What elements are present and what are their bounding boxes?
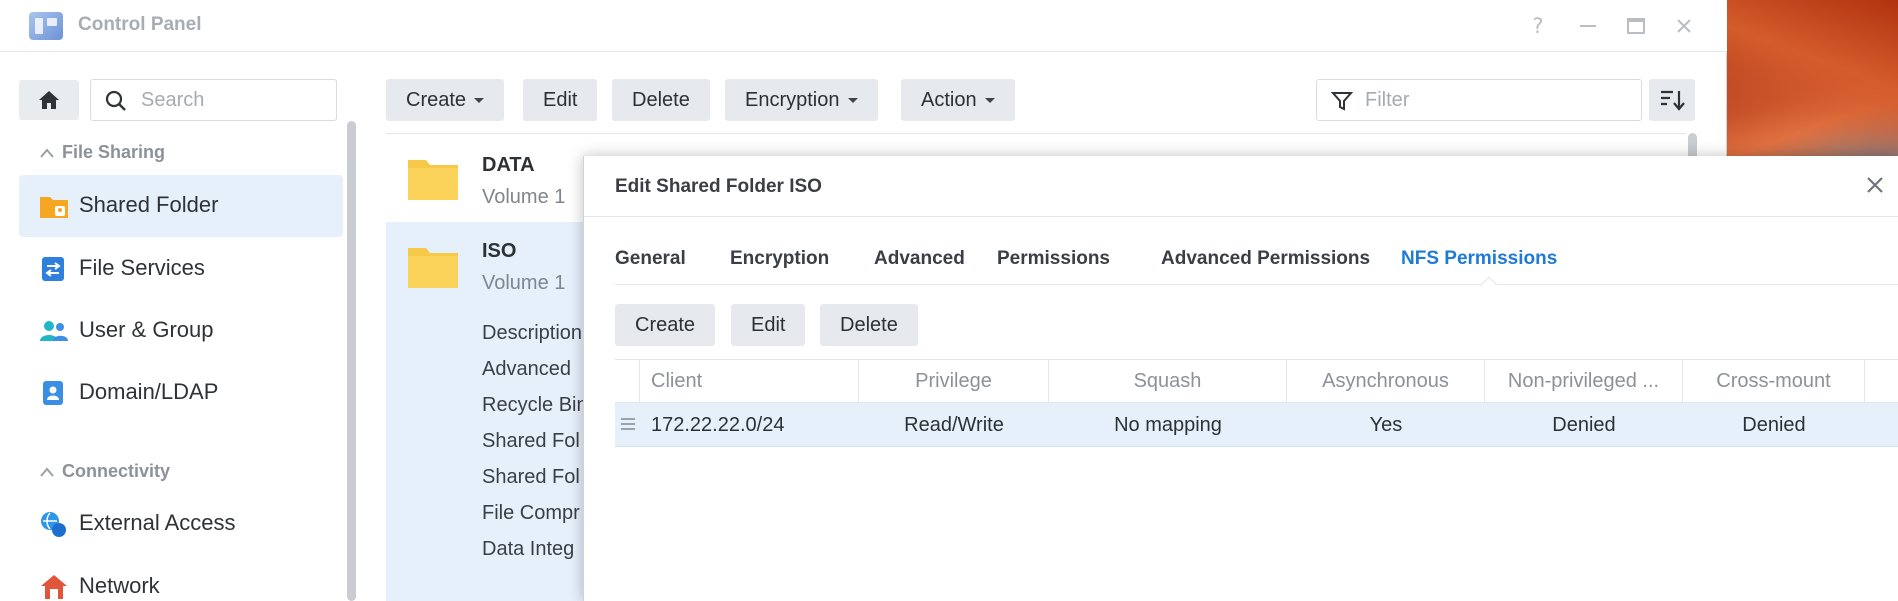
sidebar-item-user-group[interactable]: User & Group (19, 300, 343, 362)
sidebar-item-network[interactable]: Network (19, 556, 343, 601)
caret-down-icon (984, 98, 995, 104)
cell-client: 172.22.22.0/24 (651, 414, 785, 436)
maximize-icon[interactable] (1622, 12, 1650, 40)
column-header-client[interactable]: Client (640, 360, 859, 403)
folder-icon (408, 248, 458, 288)
tab-encryption[interactable]: Encryption (730, 248, 829, 270)
filter-box[interactable] (1316, 79, 1642, 121)
action-dropdown-button[interactable]: Action (901, 79, 1015, 121)
title-bar: Control Panel ? (0, 0, 1727, 52)
detail-advanced: Advanced (482, 358, 571, 380)
detail-shared-folder-2: Shared Fol (482, 466, 580, 488)
table-row[interactable]: 172.22.22.0/24 Read/Write No mapping Yes… (615, 403, 1898, 447)
dialog-tabs: General Encryption Advanced Permissions … (615, 228, 1898, 294)
cell-privilege: Read/Write (904, 414, 1004, 436)
column-header-cross-mount[interactable]: Cross-mount (1683, 360, 1865, 403)
tab-permissions[interactable]: Permissions (997, 248, 1110, 270)
section-header-connectivity[interactable]: Connectivity (40, 461, 170, 482)
dialog-title: Edit Shared Folder ISO (615, 176, 822, 197)
home-button[interactable] (19, 80, 79, 120)
encryption-dropdown-button[interactable]: Encryption (725, 79, 878, 121)
detail-recycle-bin: Recycle Bin (482, 394, 588, 416)
sidebar-item-shared-folder[interactable]: Shared Folder (19, 175, 343, 237)
close-window-icon[interactable] (1670, 12, 1698, 40)
cell-cross-mount: Denied (1742, 414, 1806, 436)
nfs-delete-button[interactable]: Delete (820, 304, 918, 346)
caret-down-icon (474, 98, 485, 104)
cell-non-privileged: Denied (1552, 414, 1616, 436)
sort-button[interactable] (1649, 79, 1695, 121)
search-input[interactable] (141, 86, 326, 114)
detail-file-compression: File Compr (482, 502, 580, 524)
table-header: Client Privilege Squash Asynchronous Non… (615, 359, 1898, 403)
dialog-header: Edit Shared Folder ISO (584, 156, 1898, 217)
filter-input[interactable] (1365, 86, 1625, 114)
search-box[interactable] (90, 79, 337, 121)
external-access-icon (39, 510, 67, 538)
nfs-create-button[interactable]: Create (615, 304, 716, 346)
chevron-up-icon (40, 461, 62, 482)
filter-icon (1331, 92, 1353, 111)
cell-asynchronous: Yes (1369, 414, 1403, 436)
create-dropdown-button[interactable]: Create (386, 79, 505, 121)
domain-ldap-icon (39, 379, 67, 407)
cell-squash: No mapping (1114, 414, 1222, 436)
window-title: Control Panel (78, 14, 202, 35)
edit-button[interactable]: Edit (523, 79, 598, 121)
detail-shared-folder-1: Shared Fol (482, 430, 580, 452)
folder-icon (408, 160, 458, 200)
home-icon (39, 91, 59, 109)
column-header-non-privileged[interactable]: Non-privileged ... (1485, 360, 1683, 403)
control-panel-icon (29, 12, 63, 40)
column-header-handle (615, 360, 640, 403)
edit-shared-folder-dialog: Edit Shared Folder ISO General Encryptio… (583, 156, 1898, 601)
detail-description: Description (482, 322, 583, 344)
close-icon[interactable] (1860, 170, 1890, 200)
chevron-up-icon (40, 142, 62, 163)
minimize-icon[interactable] (1574, 12, 1602, 40)
sidebar: File Sharing Shared Folder File Services… (0, 53, 360, 601)
tab-advanced-permissions[interactable]: Advanced Permissions (1161, 248, 1370, 270)
sidebar-item-external-access[interactable]: External Access (19, 493, 343, 555)
tab-general[interactable]: General (615, 248, 686, 270)
tab-nfs-permissions[interactable]: NFS Permissions (1401, 248, 1557, 270)
section-header-file-sharing[interactable]: File Sharing (40, 142, 165, 163)
drag-handle-icon[interactable] (621, 418, 635, 430)
tab-advanced[interactable]: Advanced (874, 248, 965, 270)
file-services-icon (39, 255, 67, 283)
shared-folder-icon (39, 192, 68, 220)
caret-down-icon (847, 98, 858, 104)
search-icon (105, 90, 126, 111)
user-group-icon (39, 317, 68, 345)
detail-data-integrity: Data Integ (482, 538, 575, 560)
delete-button[interactable]: Delete (612, 79, 710, 121)
column-header-squash[interactable]: Squash (1049, 360, 1287, 403)
sidebar-scrollbar[interactable] (347, 121, 356, 601)
sidebar-item-file-services[interactable]: File Services (19, 238, 343, 300)
help-icon[interactable]: ? (1524, 12, 1552, 40)
active-tab-indicator (1480, 276, 1498, 294)
network-icon (39, 573, 67, 601)
column-header-privilege[interactable]: Privilege (859, 360, 1049, 403)
sidebar-item-domain-ldap[interactable]: Domain/LDAP (19, 362, 343, 424)
sort-icon (1661, 90, 1685, 111)
column-header-asynchronous[interactable]: Asynchronous (1287, 360, 1485, 403)
nfs-edit-button[interactable]: Edit (731, 304, 806, 346)
